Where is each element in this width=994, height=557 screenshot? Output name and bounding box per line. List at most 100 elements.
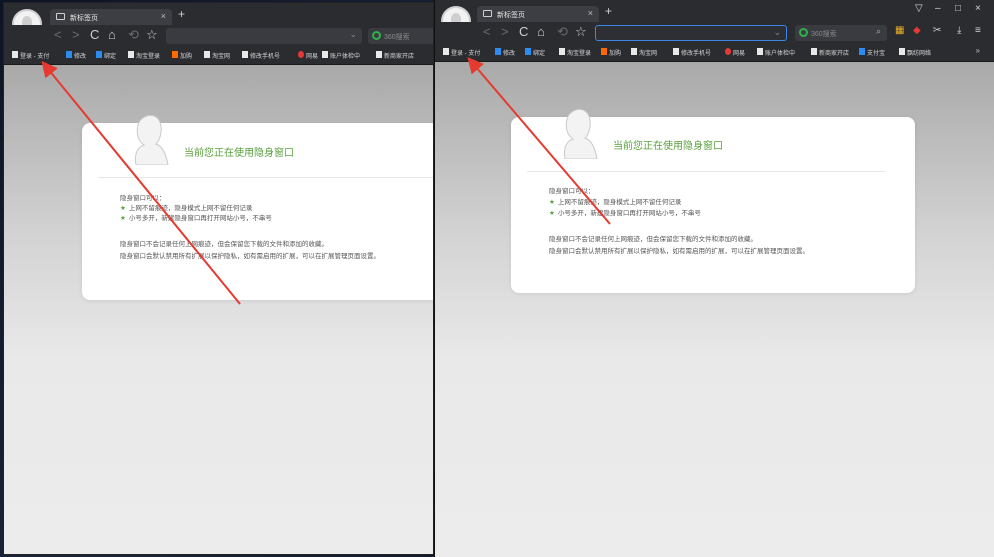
tab-close-icon[interactable]: ×: [161, 11, 166, 21]
page-icon: [242, 51, 248, 58]
bookmark-item[interactable]: 淘宝网: [631, 48, 657, 57]
forward-button[interactable]: >: [72, 27, 80, 43]
close-window-button[interactable]: ×: [975, 3, 981, 14]
bookmark-item[interactable]: 绑定: [525, 48, 545, 57]
menu-icon[interactable]: ≡: [975, 25, 981, 36]
bookmark-item[interactable]: 修改手机号: [673, 48, 711, 57]
bullet-item: ★ 小号多开，新建隐身窗口再打开网站小号，不串号: [120, 215, 272, 222]
undo-close-button[interactable]: ⟲: [557, 24, 568, 40]
page-icon: [899, 48, 905, 55]
netease-icon: [725, 48, 731, 55]
bookmark-item[interactable]: 修改: [495, 48, 515, 57]
screenshot-cut-icon[interactable]: ✂: [933, 25, 941, 36]
game-icon[interactable]: ◆: [913, 25, 921, 36]
bookmark-item[interactable]: 飘纺网络: [899, 48, 931, 57]
jiagou-icon: [601, 48, 607, 55]
address-dropdown-icon[interactable]: ⌄: [773, 27, 781, 38]
page-icon: [12, 51, 18, 58]
incognito-silhouette-icon: [564, 108, 598, 159]
bookmark-item[interactable]: 修改: [66, 51, 86, 60]
address-dropdown-icon[interactable]: ⌄: [349, 29, 357, 40]
back-button[interactable]: <: [483, 24, 491, 40]
bookmark-item[interactable]: 加购: [601, 48, 621, 57]
bookmark-item[interactable]: 支付宝: [859, 48, 885, 57]
tab-title: 新标签页: [497, 12, 525, 19]
bookmarks-bar: 登录 - 支付 修改 绑定 淘宝登录 加购 淘宝网 修改手机号 网易 账户体检中…: [435, 44, 994, 62]
search-icon[interactable]: ⌕: [876, 26, 881, 37]
note-text: 隐身窗口会默认禁用所有扩展以保护隐私，如有需启用的扩展，可以在扩展管理页面设置。: [549, 248, 809, 255]
tab-page-icon: [56, 13, 65, 20]
alipay-icon: [96, 51, 102, 58]
page-content: 当前您正在使用隐身窗口 隐身窗口可以： ★ 上网不留痕迹，隐身模式上网不留任何记录…: [435, 62, 994, 557]
page-icon: [128, 51, 134, 58]
bookmark-item[interactable]: 账户体检中: [757, 48, 795, 57]
bookmark-item[interactable]: 加购: [172, 51, 192, 60]
undo-close-button[interactable]: ⟲: [128, 27, 139, 43]
tab-title: 新标签页: [70, 15, 98, 22]
tab-new-tab[interactable]: 新标签页 ×: [50, 9, 172, 25]
title-bar: 新标签页 × + ▽ – □ ×: [435, 0, 994, 36]
star-icon: ★: [549, 210, 555, 217]
note-text: 隐身窗口不会记录任何上网痕迹，但会保留您下载的文件和添加的收藏。: [549, 236, 757, 243]
minimize-button[interactable]: –: [935, 3, 941, 14]
page-icon: [204, 51, 210, 58]
bookmark-item[interactable]: 网易: [725, 48, 745, 57]
bookmark-item[interactable]: 淘宝登录: [559, 48, 591, 57]
intro-text: 隐身窗口可以：: [120, 195, 166, 202]
intro-text: 隐身窗口可以：: [549, 188, 595, 195]
bookmarks-overflow-button[interactable]: »: [976, 46, 980, 55]
bookmark-item[interactable]: 新商家开店: [376, 51, 414, 60]
alipay-icon: [525, 48, 531, 55]
bookmark-item[interactable]: 登录 - 支付: [443, 48, 480, 57]
browser-window-right: 新标签页 × + ▽ – □ × < > C ⌂ ⟲ ☆ ⌄ 360搜索 ⌕ ▦…: [434, 0, 994, 557]
address-bar[interactable]: ⌄: [166, 28, 362, 44]
home-button[interactable]: ⌂: [537, 24, 545, 40]
new-tab-button[interactable]: +: [178, 7, 185, 21]
bullet-item: ★ 小号多开，新建隐身窗口再打开网站小号，不串号: [549, 210, 701, 217]
tab-new-tab[interactable]: 新标签页 ×: [477, 6, 599, 22]
reload-button[interactable]: C: [519, 24, 528, 40]
search-placeholder: 360搜索: [811, 31, 837, 38]
page-icon: [559, 48, 565, 55]
note-text: 隐身窗口不会记录任何上网痕迹，但会保留您下载的文件和添加的收藏。: [120, 241, 328, 248]
page-icon: [811, 48, 817, 55]
alipay-icon: [859, 48, 865, 55]
incognito-silhouette-icon: [135, 114, 169, 165]
favorite-star-icon[interactable]: ☆: [575, 24, 587, 40]
search-box[interactable]: 360搜索 ⌕: [795, 25, 887, 41]
forward-button[interactable]: >: [501, 24, 509, 40]
search-box[interactable]: 360搜索: [368, 28, 433, 44]
tab-close-icon[interactable]: ×: [588, 8, 593, 18]
apps-icon[interactable]: ▦: [895, 25, 904, 36]
reload-button[interactable]: C: [90, 27, 99, 43]
search-engine-logo-icon: [799, 28, 808, 37]
bookmark-item[interactable]: 网易: [298, 51, 318, 60]
download-icon[interactable]: ⤓: [957, 25, 961, 36]
title-bar: 新标签页 × +: [4, 3, 433, 39]
bookmark-item[interactable]: 淘宝网: [204, 51, 230, 60]
home-button[interactable]: ⌂: [108, 27, 116, 43]
skin-icon[interactable]: ▽: [915, 3, 923, 14]
bookmark-item[interactable]: 淘宝登录: [128, 51, 160, 60]
maximize-button[interactable]: □: [955, 3, 961, 14]
card-title: 当前您正在使用隐身窗口: [184, 148, 294, 159]
alipay-icon: [66, 51, 72, 58]
toolbar: < > C ⌂ ⟲ ☆ ⌄ 360搜索: [4, 25, 433, 47]
favorite-star-icon[interactable]: ☆: [146, 27, 158, 43]
new-tab-button[interactable]: +: [605, 4, 612, 18]
page-icon: [631, 48, 637, 55]
star-icon: ★: [120, 215, 126, 222]
bookmark-item[interactable]: 绑定: [96, 51, 116, 60]
bookmarks-bar: 登录 - 支付 修改 绑定 淘宝登录 加购 淘宝网 修改手机号 网易 账户体检中…: [4, 47, 433, 65]
back-button[interactable]: <: [54, 27, 62, 43]
page-icon: [673, 48, 679, 55]
bookmark-item[interactable]: 修改手机号: [242, 51, 280, 60]
incognito-info-card: 当前您正在使用隐身窗口 隐身窗口可以： ★ 上网不留痕迹，隐身模式上网不留任何记录…: [82, 114, 433, 300]
alipay-icon: [495, 48, 501, 55]
address-bar[interactable]: ⌄: [595, 25, 787, 41]
bookmark-item[interactable]: 登录 - 支付: [12, 51, 49, 60]
tab-page-icon: [483, 10, 492, 17]
divider: [527, 171, 885, 172]
bookmark-item[interactable]: 账户体检中: [322, 51, 360, 60]
bookmark-item[interactable]: 新商家开店: [811, 48, 849, 57]
